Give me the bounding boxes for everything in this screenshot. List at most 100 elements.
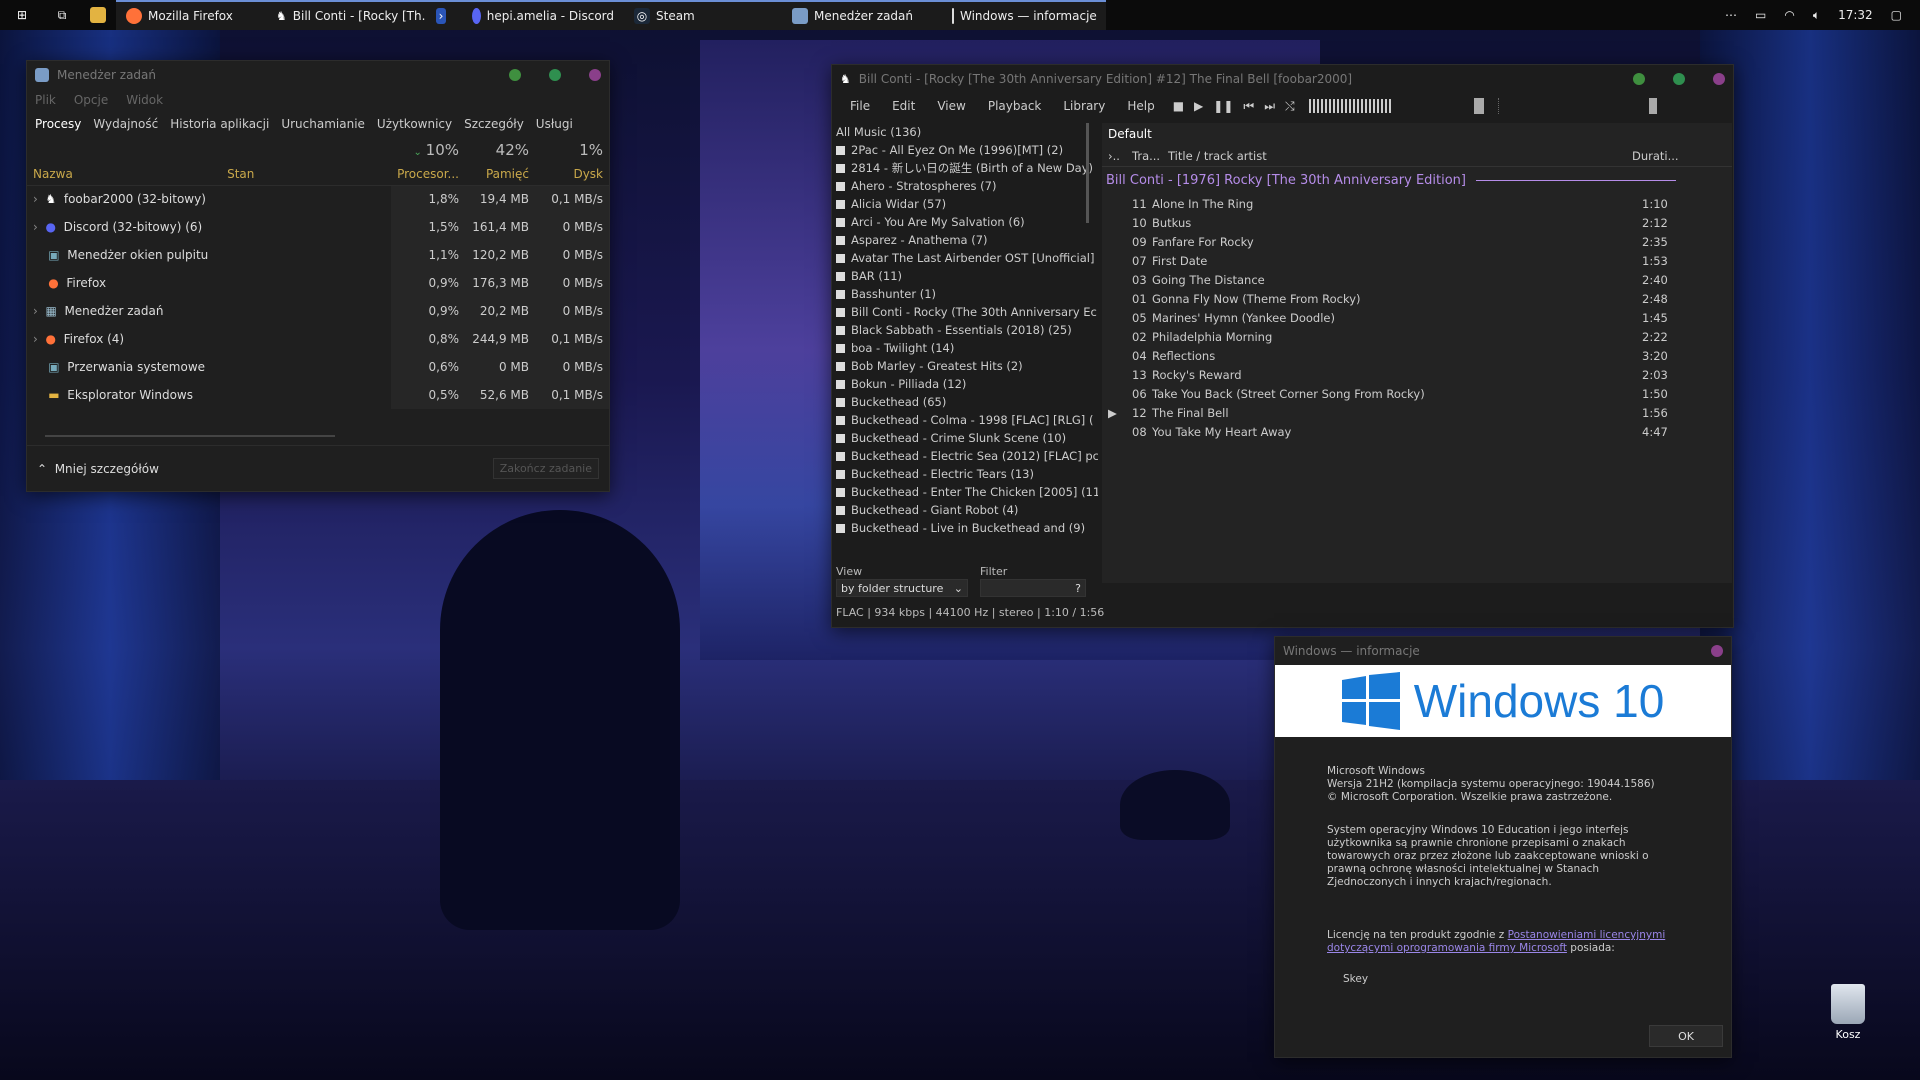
table-row[interactable]: 10 Butkus 2:12 [1102,213,1732,232]
expand-box-icon[interactable] [836,307,845,317]
play-icon[interactable]: ▶ [1194,99,1203,114]
list-item[interactable]: Alicia Widar (57) [836,195,1098,213]
menu-view[interactable]: Widok [126,93,163,107]
table-row[interactable]: 08 You Take My Heart Away 4:47 [1102,422,1732,441]
table-row[interactable]: › ● Firefox (4) 0,8% 244,9 MB 0,1 MB/s [27,325,609,353]
menu-library[interactable]: Library [1063,99,1105,113]
expand-box-icon[interactable] [836,343,845,353]
list-item[interactable]: Ahero - Stratospheres (7) [836,177,1098,195]
table-row[interactable]: 11 Alone In The Ring 1:10 [1102,194,1732,213]
list-item[interactable]: Buckethead - Live in Buckethead and (9) [836,519,1098,537]
table-row[interactable]: 05 Marines' Hymn (Yankee Doodle) 1:45 [1102,308,1732,327]
col-memory[interactable]: Pamięć [465,163,535,185]
expand-box-icon[interactable] [836,199,845,209]
recycle-bin[interactable]: Kosz [1826,984,1870,1041]
playlist-tab[interactable]: Default [1102,123,1732,145]
tab-processes[interactable]: Procesy [35,117,81,131]
expand-box-icon[interactable] [836,289,845,299]
list-item[interactable]: Basshunter (1) [836,285,1098,303]
col-playing[interactable]: ›.. [1102,149,1132,163]
filter-help-icon[interactable]: ? [1075,582,1081,595]
table-row-playing[interactable]: ▶ 12 The Final Bell 1:56 [1102,403,1732,422]
list-item[interactable]: boa - Twilight (14) [836,339,1098,357]
pause-icon[interactable]: ❚❚ [1213,99,1233,114]
table-row[interactable]: › ▦ Menedżer zadań 0,9% 20,2 MB 0 MB/s [27,297,609,325]
list-item[interactable]: Black Sabbath - Essentials (2018) (25) [836,321,1098,339]
file-explorer-button[interactable] [80,0,116,30]
list-item[interactable]: Buckethead - Enter The Chicken [2005] (1… [836,483,1098,501]
expand-box-icon[interactable] [836,235,845,245]
title-bar[interactable]: Menedżer zadań [27,61,609,89]
list-item[interactable]: Asparez - Anathema (7) [836,231,1098,249]
tab-details[interactable]: Szczegóły [464,117,524,131]
tab-startup[interactable]: Uruchamianie [281,117,365,131]
more-icon[interactable]: ⋯ [1725,8,1737,22]
menu-file[interactable]: Plik [35,93,56,107]
previous-icon[interactable]: ⏮ [1243,99,1254,114]
minimize-button[interactable] [1633,73,1645,85]
list-item[interactable]: BAR (11) [836,267,1098,285]
list-item[interactable]: Bill Conti - Rocky (The 30th Anniversary… [836,303,1098,321]
filter-input[interactable]: ? [980,579,1086,597]
expand-box-icon[interactable] [836,523,845,533]
expand-box-icon[interactable] [836,325,845,335]
list-item[interactable]: Buckethead - Crime Slunk Scene (10) [836,429,1098,447]
menu-options[interactable]: Opcje [74,93,108,107]
menu-view[interactable]: View [937,99,965,113]
expand-box-icon[interactable] [836,271,845,281]
ok-button[interactable]: OK [1649,1025,1723,1047]
table-row[interactable]: › ♞ foobar2000 (32-bitowy) 1,8% 19,4 MB 0,1… [27,185,609,213]
col-title[interactable]: Title / track artist [1168,149,1632,163]
list-item[interactable]: Avatar The Last Airbender OST [Unofficia… [836,249,1098,267]
expand-box-icon[interactable] [836,379,845,389]
taskbar-foobar[interactable]: ♞ Bill Conti - [Rocky [Th... [266,0,433,30]
table-row[interactable]: ▣ Przerwania systemowe 0,6% 0 MB 0 MB/s [27,353,609,381]
notifications-icon[interactable]: ▢ [1891,8,1902,22]
table-row[interactable]: 09 Fanfare For Rocky 2:35 [1102,232,1732,251]
list-item[interactable]: Buckethead - Electric Sea (2012) [FLAC] … [836,447,1098,465]
menu-help[interactable]: Help [1127,99,1154,113]
table-row[interactable]: 06 Take You Back (Street Corner Song From… [1102,384,1732,403]
close-button[interactable] [1711,645,1723,657]
expand-box-icon[interactable] [836,163,845,173]
table-row[interactable]: 07 First Date 1:53 [1102,251,1732,270]
col-track[interactable]: Tra... [1132,149,1168,163]
tab-app-history[interactable]: Historia aplikacji [170,117,269,131]
list-item[interactable]: 2Pac - All Eyez On Me (1996)[MT] (2) [836,141,1098,159]
taskbar-winver[interactable]: Windows — informacje [942,0,1106,30]
col-status[interactable]: Stan [221,163,391,185]
list-item[interactable]: Buckethead - Colma - 1998 [FLAC] [RLG] ( [836,411,1098,429]
expand-box-icon[interactable] [836,181,845,191]
title-bar[interactable]: ♞ Bill Conti - [Rocky [The 30th Annivers… [832,65,1733,93]
volume-handle[interactable] [1473,98,1484,114]
list-item[interactable]: Bob Marley - Greatest Hits (2) [836,357,1098,375]
maximize-button[interactable] [549,69,561,81]
list-item[interactable]: Buckethead - Electric Tears (13) [836,465,1098,483]
tab-performance[interactable]: Wydajność [93,117,158,131]
expand-box-icon[interactable] [836,217,845,227]
wifi-icon[interactable]: ◠ [1784,8,1794,22]
horizontal-scrollbar[interactable] [45,435,335,437]
start-button[interactable]: ⊞ [0,0,44,30]
stop-icon[interactable]: ■ [1173,99,1184,114]
seek-bar[interactable] [1497,98,1733,114]
end-task-button[interactable]: Zakończ zadanie [492,458,599,479]
task-view-button[interactable]: ⧉ [44,0,80,30]
maximize-button[interactable] [1673,73,1685,85]
taskbar-discord[interactable]: hepi.amelia - Discord [462,0,624,30]
tab-users[interactable]: Użytkownicy [377,117,452,131]
battery-icon[interactable]: ▭ [1755,8,1766,22]
table-row[interactable]: ▬ Eksplorator Windows 0,5% 52,6 MB 0,1 MB/s [27,381,609,409]
table-row[interactable]: 02 Philadelphia Morning 2:22 [1102,327,1732,346]
list-item[interactable]: Bokun - Pilliada (12) [836,375,1098,393]
list-item[interactable]: Arci - You Are My Salvation (6) [836,213,1098,231]
minimize-button[interactable] [509,69,521,81]
library-scrollbar[interactable] [1086,123,1089,223]
col-disk[interactable]: Dysk [535,163,609,185]
table-row[interactable]: 01 Gonna Fly Now (Theme From Rocky) 2:48 [1102,289,1732,308]
expand-box-icon[interactable] [836,361,845,371]
expand-box-icon[interactable] [836,451,845,461]
menu-playback[interactable]: Playback [988,99,1042,113]
seek-handle[interactable] [1648,98,1657,114]
table-row[interactable]: ▣ Menedżer okien pulpitu 1,1% 120,2 MB 0 MB… [27,241,609,269]
